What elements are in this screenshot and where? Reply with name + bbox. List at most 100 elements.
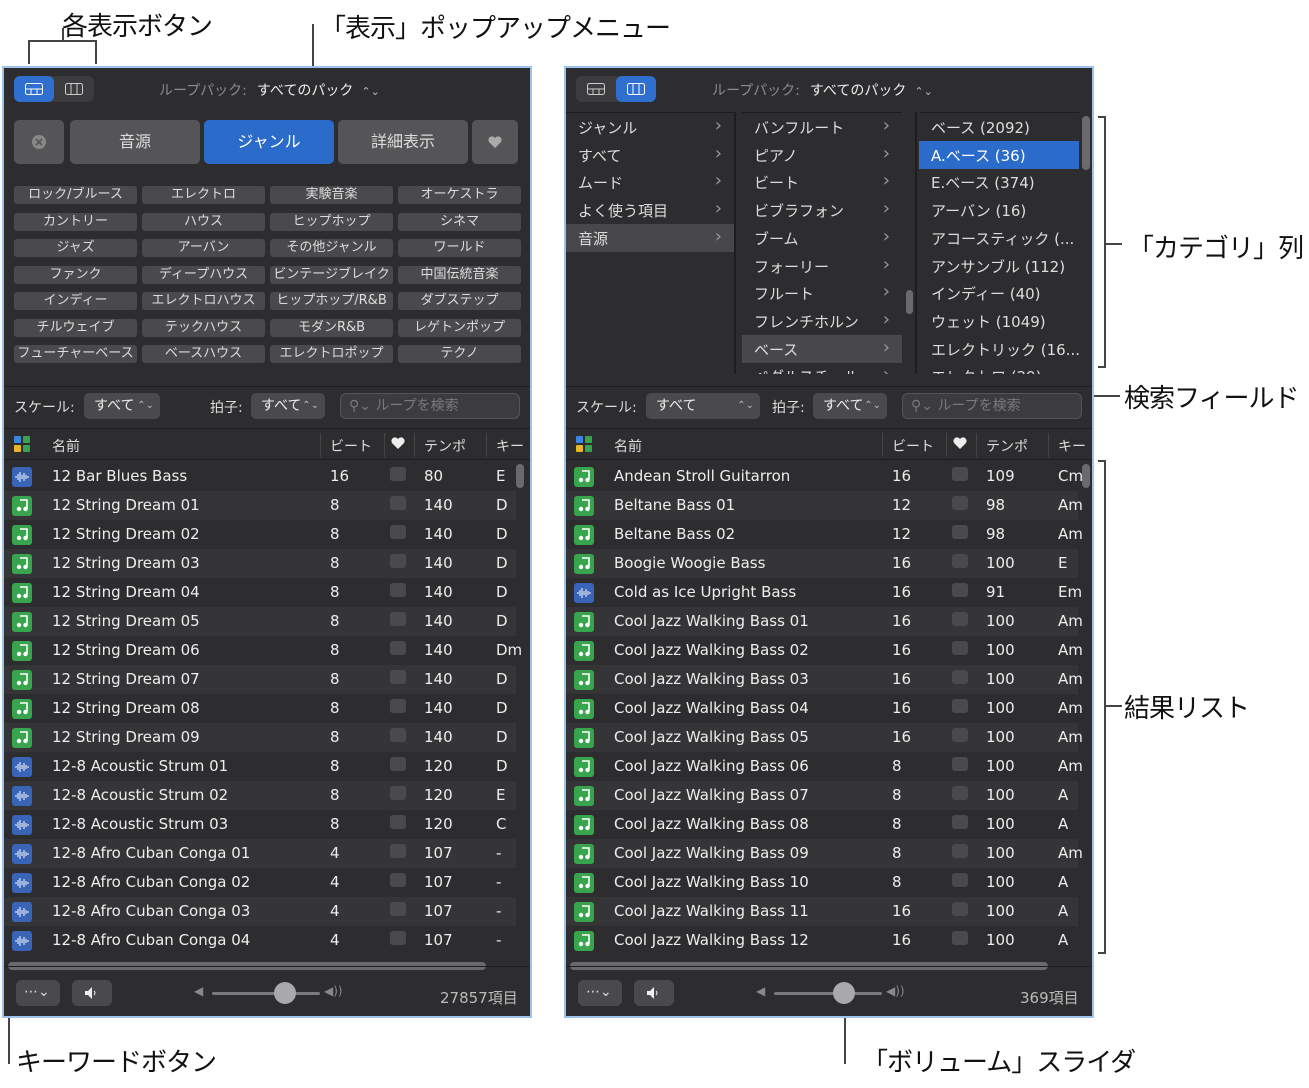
header-name[interactable]: 名前	[614, 436, 642, 456]
category-item[interactable]: ベース ›	[742, 334, 902, 363]
table-row[interactable]: Andean Stroll Guitarron 16 109 Cm	[566, 462, 1083, 491]
category-item[interactable]: 音源 ›	[566, 223, 734, 252]
category-item[interactable]: アコースティック (...	[919, 224, 1079, 252]
column-view-button[interactable]	[616, 76, 656, 102]
keyword-button[interactable]: その他ジャンル	[270, 239, 393, 257]
volume-slider-knob[interactable]	[274, 982, 297, 1004]
keyword-button[interactable]: ディープハウス	[142, 265, 265, 284]
favorite-checkbox[interactable]	[390, 525, 406, 539]
favorite-checkbox[interactable]	[952, 525, 968, 539]
keyword-button[interactable]: シネマ	[398, 212, 521, 231]
button-view-button[interactable]	[576, 76, 616, 102]
volume-slider[interactable]	[212, 992, 320, 995]
loop-type-icon[interactable]	[576, 436, 592, 456]
keyword-button[interactable]: カントリー	[14, 212, 137, 231]
category-item[interactable]: フレンチホルン ›	[742, 307, 902, 335]
favorite-checkbox[interactable]	[390, 641, 406, 655]
table-row[interactable]: 12-8 Afro Cuban Conga 01 4 107 -	[4, 839, 516, 868]
table-row[interactable]: 12-8 Acoustic Strum 02 8 120 E	[4, 781, 516, 810]
favorite-checkbox[interactable]	[390, 844, 406, 858]
category-item[interactable]: よく使う項目 ›	[566, 196, 734, 224]
loop-type-icon[interactable]	[14, 436, 30, 456]
keyword-button[interactable]: ダブステップ	[398, 292, 521, 310]
header-heart-icon[interactable]	[390, 436, 406, 454]
table-row[interactable]: Cool Jazz Walking Bass 06 8 100 Am	[566, 752, 1083, 781]
favorite-checkbox[interactable]	[390, 728, 406, 742]
favorite-checkbox[interactable]	[952, 467, 968, 481]
favorite-checkbox[interactable]	[952, 670, 968, 684]
table-row[interactable]: Cool Jazz Walking Bass 12 16 100 A	[566, 926, 1078, 955]
category-item[interactable]: すべて ›	[566, 141, 734, 169]
loop-pack-popup[interactable]: ループパック: すべてのパック ⌃⌄	[159, 80, 380, 100]
category-item[interactable]: ブーム ›	[742, 224, 902, 252]
instrument-button[interactable]: 音源	[70, 120, 200, 164]
category-item[interactable]: アンサンブル (112)	[919, 252, 1079, 280]
table-row[interactable]: Beltane Bass 01 12 98 Am	[566, 491, 1083, 520]
keyword-button[interactable]: テクノ	[398, 345, 521, 363]
category-item[interactable]: エレクトロ (29)	[919, 362, 1079, 374]
category-item[interactable]: A.ベース (36)	[919, 140, 1079, 169]
column-scrollbar[interactable]	[906, 290, 913, 314]
category-item[interactable]: フルート ›	[742, 279, 902, 307]
favorite-checkbox[interactable]	[952, 496, 968, 510]
keyword-button[interactable]: エレクトロ	[142, 186, 265, 204]
preview-speaker-button[interactable]	[72, 980, 112, 1006]
keyword-button[interactable]: フューチャーベース	[14, 345, 137, 363]
favorites-button[interactable]	[472, 120, 518, 164]
reset-button[interactable]	[14, 120, 64, 164]
header-name[interactable]: 名前	[52, 436, 80, 456]
favorite-checkbox[interactable]	[390, 612, 406, 626]
table-row[interactable]: 12 String Dream 07 8 140 D	[4, 665, 516, 694]
more-menu-button[interactable]: ⋯⌄	[16, 980, 60, 1006]
table-row[interactable]: 12 String Dream 01 8 140 D	[4, 491, 516, 520]
scale-popup[interactable]: すべて ⌃⌄	[84, 393, 160, 419]
preview-speaker-button[interactable]	[634, 980, 674, 1006]
table-row[interactable]: Cool Jazz Walking Bass 03 16 100 Am	[566, 665, 1083, 694]
table-row[interactable]: Cool Jazz Walking Bass 01 16 100 Am	[566, 607, 1083, 636]
category-item[interactable]: ビブラフォン ›	[742, 196, 902, 224]
keyword-button[interactable]: ロック/ブルース	[14, 186, 137, 204]
keyword-button[interactable]: アーバン	[142, 239, 265, 257]
scale-popup[interactable]: すべて ⌃⌄	[646, 393, 760, 419]
table-row[interactable]: Cool Jazz Walking Bass 11 16 100 A	[566, 897, 1078, 926]
category-item[interactable]: ムード ›	[566, 168, 734, 196]
header-beat[interactable]: ビート	[330, 436, 372, 456]
table-row[interactable]: 12-8 Acoustic Strum 03 8 120 C	[4, 810, 516, 839]
favorite-checkbox[interactable]	[390, 902, 406, 916]
keyword-button[interactable]: ファンク	[14, 265, 137, 284]
category-item[interactable]: エレクトリック (16...	[919, 335, 1079, 363]
category-item[interactable]: アーバン (16)	[919, 196, 1079, 224]
table-row[interactable]: Cool Jazz Walking Bass 05 16 100 Am	[566, 723, 1083, 752]
table-row[interactable]: Cold as Ice Upright Bass 16 91 Em	[566, 578, 1082, 607]
search-field[interactable]: ⚲⌄ ループを検索	[340, 393, 520, 419]
favorite-checkbox[interactable]	[952, 844, 968, 858]
favorite-checkbox[interactable]	[952, 641, 968, 655]
keyword-button[interactable]: レゲトンポップ	[398, 318, 521, 337]
keyword-button[interactable]: 実験音楽	[270, 186, 393, 204]
category-item[interactable]: E.ベース (374)	[919, 168, 1079, 196]
keyword-button[interactable]: ワールド	[398, 239, 521, 257]
table-row[interactable]: 12-8 Acoustic Strum 01 8 120 D	[4, 752, 516, 781]
table-row[interactable]: Beltane Bass 02 12 98 Am	[566, 520, 1083, 549]
favorite-checkbox[interactable]	[952, 583, 968, 597]
keyword-button[interactable]: ヒップホップ/R&B	[270, 292, 393, 310]
table-row[interactable]: 12 Bar Blues Bass 16 80 E	[4, 462, 516, 491]
table-row[interactable]: 12 String Dream 02 8 140 D	[4, 520, 516, 549]
favorite-checkbox[interactable]	[390, 815, 406, 829]
favorite-checkbox[interactable]	[390, 699, 406, 713]
volume-slider-knob[interactable]	[833, 982, 856, 1004]
header-tempo[interactable]: テンポ	[424, 436, 466, 456]
header-key[interactable]: キー	[1058, 436, 1086, 456]
table-row[interactable]: 12-8 Afro Cuban Conga 02 4 107 -	[4, 868, 516, 897]
header-tempo[interactable]: テンポ	[986, 436, 1028, 456]
signature-popup[interactable]: すべて ⌃⌄	[813, 393, 887, 419]
genre-button[interactable]: ジャンル	[204, 120, 334, 164]
volume-slider[interactable]	[774, 992, 882, 995]
table-row[interactable]: Cool Jazz Walking Bass 08 8 100 A	[566, 810, 1078, 839]
favorite-checkbox[interactable]	[390, 583, 406, 597]
favorite-checkbox[interactable]	[952, 699, 968, 713]
favorite-checkbox[interactable]	[952, 931, 968, 945]
table-row[interactable]: 12 String Dream 05 8 140 D	[4, 607, 516, 636]
favorite-checkbox[interactable]	[952, 786, 968, 800]
table-row[interactable]: Cool Jazz Walking Bass 02 16 100 Am	[566, 636, 1083, 665]
